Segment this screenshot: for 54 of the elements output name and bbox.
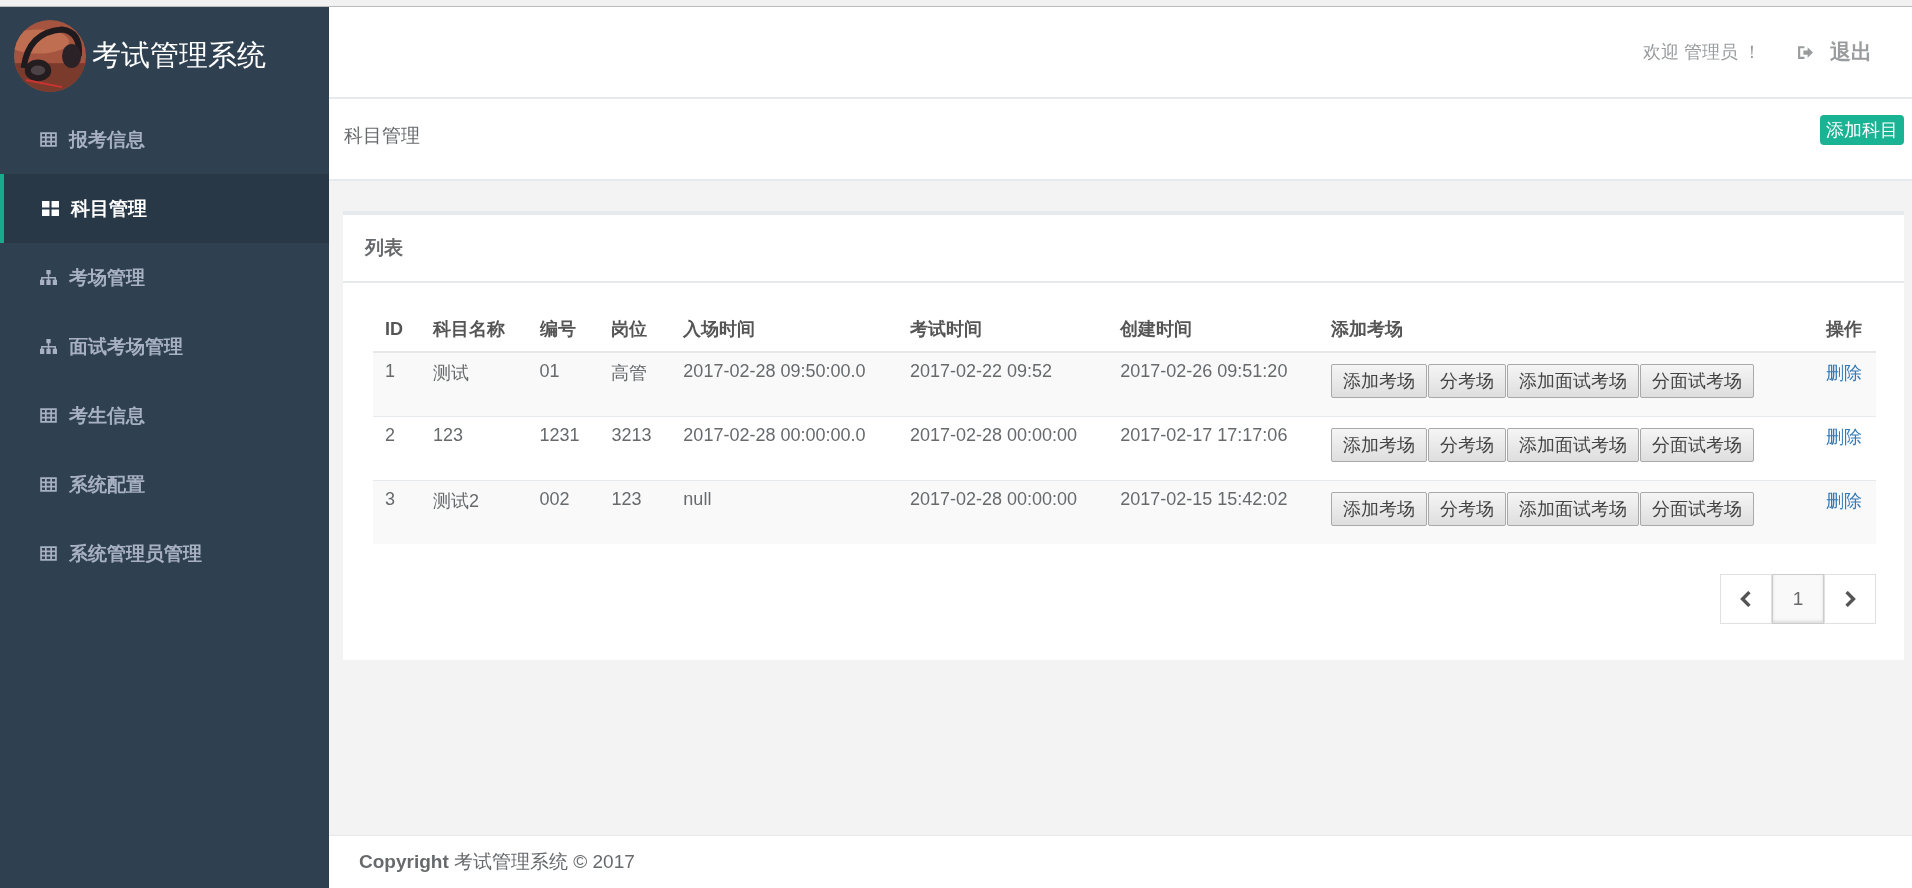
welcome-text: 欢迎 管理员 ！	[1643, 41, 1761, 64]
action-button[interactable]: 添加面试考场	[1506, 492, 1639, 526]
table-cell: 2017-02-22 09:52	[897, 352, 1109, 417]
action-button[interactable]: 分考场	[1427, 364, 1506, 398]
action-button[interactable]: 添加考场	[1330, 492, 1427, 526]
table-icon	[40, 546, 57, 561]
table-icon	[40, 132, 57, 147]
page-button[interactable]: 1	[1772, 574, 1824, 624]
delete-link[interactable]: 删除	[1826, 491, 1862, 511]
action-button[interactable]: 分考场	[1427, 492, 1506, 526]
sidebar-item[interactable]: 系统管理员管理	[0, 519, 329, 588]
chevron-left-icon	[1740, 591, 1752, 607]
table-cell: 2017-02-28 09:50:00.0	[671, 352, 898, 417]
table-cell: 高管	[599, 352, 672, 417]
table-cell: 2017-02-26 09:51:20	[1108, 352, 1319, 417]
sidebar-item[interactable]: 报考信息	[0, 105, 329, 174]
sidebar-item[interactable]: 面试考场管理	[0, 312, 329, 381]
delete-link[interactable]: 删除	[1826, 427, 1862, 447]
panel-title: 列表	[365, 236, 403, 260]
action-button[interactable]: 分面试考场	[1639, 492, 1754, 526]
sitemap-icon	[40, 339, 57, 354]
sidebar-item[interactable]: 考场管理	[0, 243, 329, 312]
table-cell: 测试2	[420, 480, 528, 544]
table-cell: 2017-02-28 00:00:00	[897, 480, 1109, 544]
chevron-right-icon	[1844, 591, 1856, 607]
sidebar-item[interactable]: 科目管理	[0, 174, 329, 243]
table-cell: 01	[527, 352, 600, 417]
tiles-icon	[42, 201, 59, 216]
sign-out-icon	[1797, 44, 1814, 60]
table-cell: 测试	[420, 352, 528, 417]
table-cell: 2017-02-15 15:42:02	[1108, 480, 1319, 544]
delete-link[interactable]: 删除	[1826, 363, 1862, 383]
action-button[interactable]: 添加考场	[1330, 364, 1427, 398]
table-cell: 1	[373, 352, 421, 417]
action-button[interactable]: 添加考场	[1330, 428, 1427, 462]
table-icon	[40, 408, 57, 423]
action-button[interactable]: 分考场	[1427, 428, 1506, 462]
sidebar-item[interactable]: 考生信息	[0, 381, 329, 450]
sitemap-icon	[40, 270, 57, 285]
copyright-text: Copyright 考试管理系统 © 2017	[359, 850, 635, 874]
app-title: 考试管理系统	[92, 38, 266, 73]
previous-page-button[interactable]	[1720, 574, 1772, 624]
action-button[interactable]: 添加面试考场	[1506, 364, 1639, 398]
next-page-button[interactable]	[1824, 574, 1876, 624]
table-cell: 3	[373, 480, 421, 544]
action-button[interactable]: 分面试考场	[1639, 428, 1754, 462]
table-cell: null	[671, 480, 898, 544]
page-title: 科目管理	[344, 124, 420, 148]
table-cell: 002	[527, 480, 600, 544]
table-icon	[40, 477, 57, 492]
action-button[interactable]: 分面试考场	[1639, 364, 1754, 398]
sidebar-item[interactable]: 系统配置	[0, 450, 329, 519]
table-cell: 123	[599, 480, 672, 544]
action-button[interactable]: 添加面试考场	[1506, 428, 1639, 462]
